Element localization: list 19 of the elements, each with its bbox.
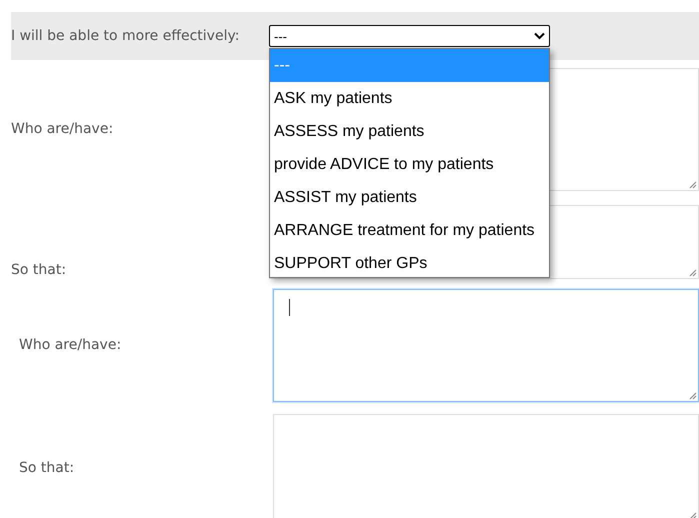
field-label: I will be able to more effectively: <box>11 26 240 46</box>
field-label: So that: <box>19 458 76 478</box>
field-label: Who are/have: <box>11 120 114 138</box>
text-cursor <box>289 299 290 316</box>
resize-grip-icon[interactable] <box>689 392 697 400</box>
text-area[interactable] <box>273 289 699 402</box>
resize-grip-icon[interactable] <box>689 180 697 188</box>
dropdown-option[interactable]: ASSESS my patients <box>270 115 549 148</box>
dropdown-option[interactable]: ASK my patients <box>270 82 549 115</box>
field-label: So that: <box>11 261 68 280</box>
resize-grip-icon[interactable] <box>689 269 697 277</box>
dropdown-option[interactable]: ARRANGE treatment for my patients <box>270 214 549 247</box>
field-label: Who are/have: <box>19 336 122 355</box>
dropdown-select[interactable]: --- <box>269 25 550 47</box>
dropdown-option[interactable]: SUPPORT other GPs <box>270 247 549 277</box>
resize-grip-icon[interactable] <box>689 512 697 518</box>
dropdown-option[interactable]: provide ADVICE to my patients <box>270 148 549 181</box>
dropdown-option[interactable]: ASSIST my patients <box>270 181 549 214</box>
chevron-down-icon <box>534 32 545 40</box>
